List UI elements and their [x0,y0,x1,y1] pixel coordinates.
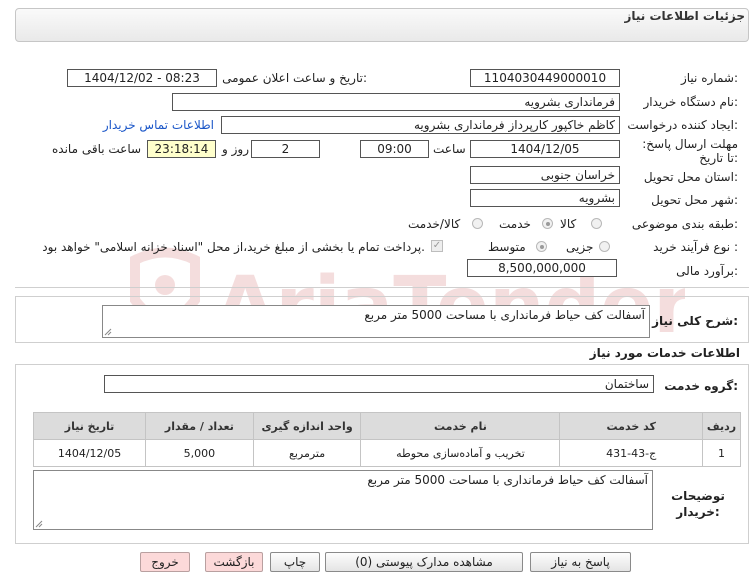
estimate-field: 8,500,000,000 [467,259,617,277]
category-option-goods-service: کالا/خدمت [408,217,461,231]
remaining-time-field: 23:18:14 [147,140,216,158]
announce-datetime-label: تاریخ و ساعت اعلان عمومی: [222,71,367,85]
province-label: استان محل تحویل: [643,170,738,184]
treasury-note: پرداخت تمام یا بخشی از مبلغ خرید،از محل … [42,240,425,254]
purchase-type-label: نوع فرآیند خرید : [653,240,738,254]
service-group-label: گروه خدمت: [664,379,738,393]
resize-grip-icon[interactable] [35,520,43,528]
col-service-code: کد خدمت [559,412,703,440]
estimate-label: برآورد مالی: [676,264,738,278]
cell-need-date: 1404/12/05 [32,439,147,467]
buyer-notes-label: توضیحات خریدار: [671,489,725,519]
col-row: ردیف [701,412,742,440]
back-button[interactable]: بازگشت [205,552,263,572]
deadline-time-label: ساعت [433,142,466,156]
view-attachments-button[interactable]: مشاهده مدارک پیوستی (0) [325,552,523,572]
need-number-field: 1104030449000010 [470,69,620,87]
need-number-label: شماره نیاز: [680,71,738,85]
deadline-date-field: 1404/12/05 [470,140,620,158]
announce-datetime-field: 1404/12/02 - 08:23 [67,69,217,87]
remaining-days-field: 2 [251,140,320,158]
exit-button[interactable]: خروج [140,552,190,572]
request-creator-field: کاظم خاکپور کارپرداز فرمانداری بشرویه [221,116,620,134]
table-row: 1 ج-43-431 تخریب و آماده‌سازی محوطه مترم… [32,439,742,467]
col-service-name: نام خدمت [360,412,561,440]
buyer-contact-link[interactable]: اطلاعات تماس خریدار [103,118,214,132]
page-title: جزئیات اطلاعات نیاز [624,9,745,23]
province-field: خراسان جنوبی [470,166,620,184]
buyer-org-field: فرمانداری بشرویه [172,93,620,111]
print-button[interactable]: چاپ [270,552,320,572]
category-option-goods: کالا [560,217,577,231]
cell-service-name: تخریب و آماده‌سازی محوطه [360,439,561,467]
cell-unit: مترمربع [252,439,362,467]
request-creator-label: ایجاد کننده درخواست: [627,118,738,132]
buyer-org-label: نام دستگاه خریدار: [643,95,739,109]
reply-button[interactable]: پاسخ به نیاز [530,552,631,572]
divider [15,287,749,288]
purchase-option-minor: جزیی [566,240,594,254]
category-radio-goods[interactable] [591,218,602,229]
resize-grip-icon[interactable] [104,328,112,336]
treasury-checkbox[interactable]: ✓ [431,240,443,252]
description-textarea[interactable]: آسفالت کف حیاط فرمانداری با مساحت 5000 م… [102,305,650,338]
purchase-radio-medium[interactable] [536,241,547,252]
services-section-title: اطلاعات خدمات مورد نیاز [589,346,740,360]
description-label: شرح کلی نیاز: [652,314,738,328]
services-table: ردیف کد خدمت نام خدمت واحد اندازه گیری ت… [32,412,742,467]
cell-quantity: 5,000 [145,439,254,467]
deadline-time-field: 09:00 [360,140,429,158]
remaining-time-label: ساعت باقی مانده [52,142,142,156]
col-unit: واحد اندازه گیری [252,412,362,440]
service-group-field: ساختمان [104,375,654,393]
cell-service-code: ج-43-431 [559,439,703,467]
category-radio-goods-service[interactable] [472,218,483,229]
col-quantity: تعداد / مقدار [145,412,254,440]
category-radio-service[interactable] [542,218,553,229]
category-option-service: خدمت [499,217,531,231]
col-need-date: تاریخ نیاز [32,412,147,440]
days-label: روز و [222,142,249,156]
category-label: طبقه بندی موضوعی: [631,217,738,231]
purchase-option-medium: متوسط [488,240,526,254]
purchase-radio-minor[interactable] [599,241,610,252]
deadline-label: مهلت ارسال پاسخ: تا تاریخ: [642,137,738,165]
cell-row: 1 [701,439,742,467]
buyer-notes-textarea[interactable]: آسفالت کف حیاط فرمانداری با مساحت 5000 م… [33,470,653,530]
city-label: شهر محل تحویل: [651,193,738,207]
city-field: بشرویه [470,189,620,207]
